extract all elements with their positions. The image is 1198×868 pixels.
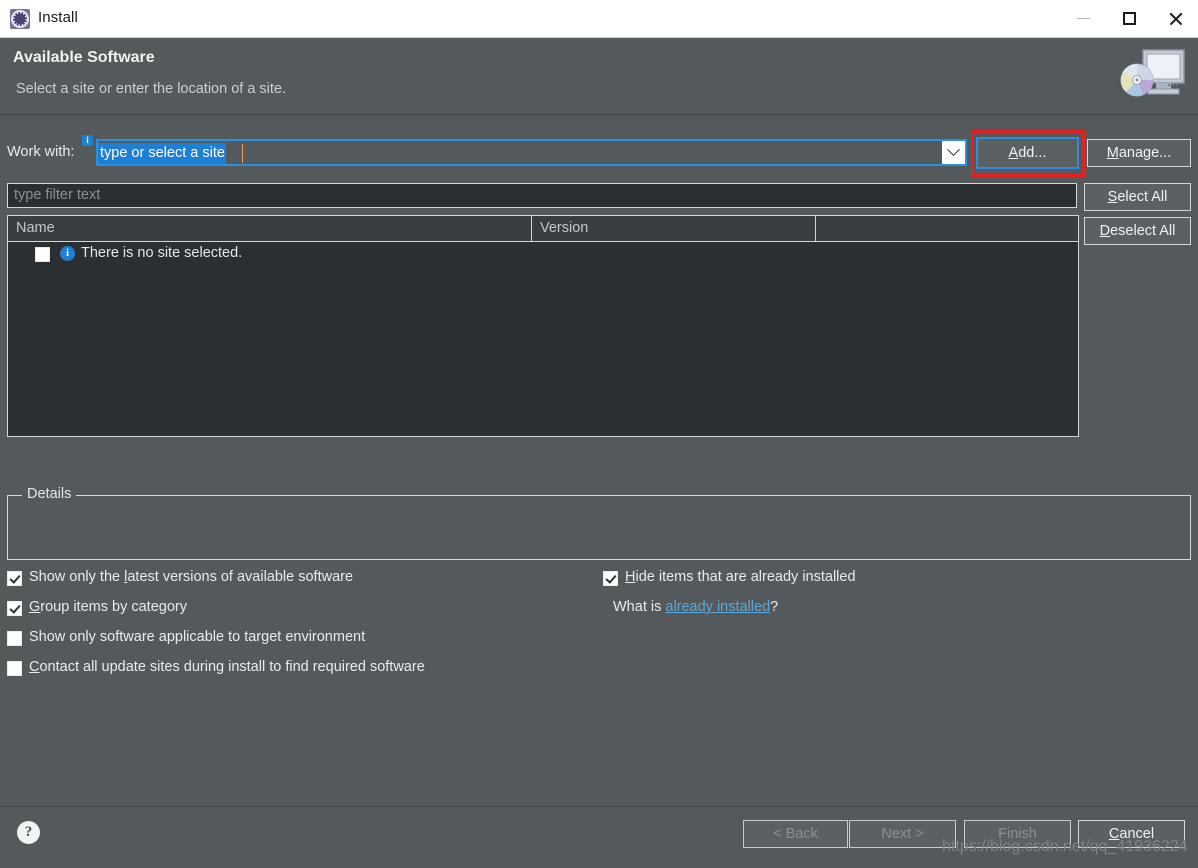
manage-button-label: Manage...: [1106, 145, 1172, 161]
what-is-suffix: ?: [770, 599, 779, 615]
cancel-button-label: Cancel: [1108, 826, 1155, 842]
table-header: Name Version: [8, 216, 1078, 242]
work-with-combo[interactable]: type or select a site: [96, 139, 967, 166]
cancel-button[interactable]: Cancel: [1078, 820, 1185, 848]
table-row[interactable]: i There is no site selected.: [8, 242, 1078, 268]
checkbox-box[interactable]: [7, 631, 22, 646]
text-caret: [242, 144, 243, 163]
checkbox-box[interactable]: [7, 601, 22, 616]
monitor-with-disc-icon: [1116, 49, 1185, 97]
checkbox-label: Hide items that are already installed: [625, 569, 856, 585]
add-button[interactable]: Add...: [976, 137, 1079, 169]
deselect-all-button[interactable]: Deselect All: [1084, 217, 1191, 245]
deselect-all-label: Deselect All: [1099, 223, 1176, 239]
column-header-extra[interactable]: [815, 216, 1078, 241]
window-titlebar: Install: [0, 0, 1198, 38]
row-checkbox[interactable]: [35, 247, 50, 262]
maximize-icon: [1122, 12, 1136, 25]
select-all-label: Select All: [1107, 189, 1168, 205]
select-all-button[interactable]: Select All: [1084, 183, 1191, 211]
work-with-dropdown-button[interactable]: [942, 141, 965, 164]
page-subtitle: Select a site or enter the location of a…: [16, 81, 287, 97]
column-header-version[interactable]: Version: [531, 216, 815, 241]
checkbox-box[interactable]: [7, 571, 22, 586]
checkbox-label: Show only the latest versions of availab…: [29, 569, 354, 585]
back-button[interactable]: < Back: [743, 820, 848, 848]
what-is-already-installed: What is already installed?: [613, 599, 778, 615]
work-with-input[interactable]: type or select a site: [98, 143, 226, 164]
checkbox-label: Show only software applicable to target …: [29, 629, 366, 645]
close-button[interactable]: [1152, 0, 1198, 37]
details-legend: Details: [22, 486, 77, 502]
checkbox-box[interactable]: [603, 571, 618, 586]
page-title: Available Software: [13, 49, 155, 66]
next-button[interactable]: Next >: [849, 820, 956, 848]
window-title: Install: [38, 9, 78, 26]
checkbox-box[interactable]: [7, 661, 22, 676]
work-with-label: Work with:: [7, 144, 75, 160]
details-group: Details: [7, 486, 1191, 560]
close-icon: [1168, 11, 1183, 26]
eclipse-install-icon: [10, 9, 30, 29]
install-dialog: Install Available Software Select a site…: [0, 0, 1198, 868]
manage-button[interactable]: Manage...: [1087, 139, 1191, 167]
add-button-label: Add...: [1008, 145, 1047, 161]
maximize-button[interactable]: [1106, 0, 1152, 37]
info-icon: i: [60, 246, 75, 261]
available-software-table[interactable]: Name Version i There is no site selected…: [7, 215, 1079, 437]
row-name: There is no site selected.: [81, 245, 243, 261]
filter-input[interactable]: type filter text: [7, 183, 1077, 208]
already-installed-link[interactable]: already installed: [665, 599, 770, 615]
checkbox-label: Contact all update sites during install …: [29, 659, 425, 675]
minimize-icon: [1076, 18, 1090, 19]
chevron-down-icon: [947, 143, 960, 157]
what-is-prefix: What is: [613, 599, 666, 615]
checkbox-label: Group items by category: [29, 599, 187, 615]
minimize-button[interactable]: [1060, 0, 1106, 37]
footer-separator: [0, 806, 1198, 807]
filter-placeholder: type filter text: [14, 187, 101, 203]
help-icon[interactable]: ?: [17, 821, 40, 844]
info-icon: i: [82, 135, 93, 146]
column-header-name[interactable]: Name: [8, 216, 531, 241]
dialog-banner: Available Software Select a site or ente…: [0, 38, 1198, 115]
finish-button[interactable]: Finish: [964, 820, 1071, 848]
